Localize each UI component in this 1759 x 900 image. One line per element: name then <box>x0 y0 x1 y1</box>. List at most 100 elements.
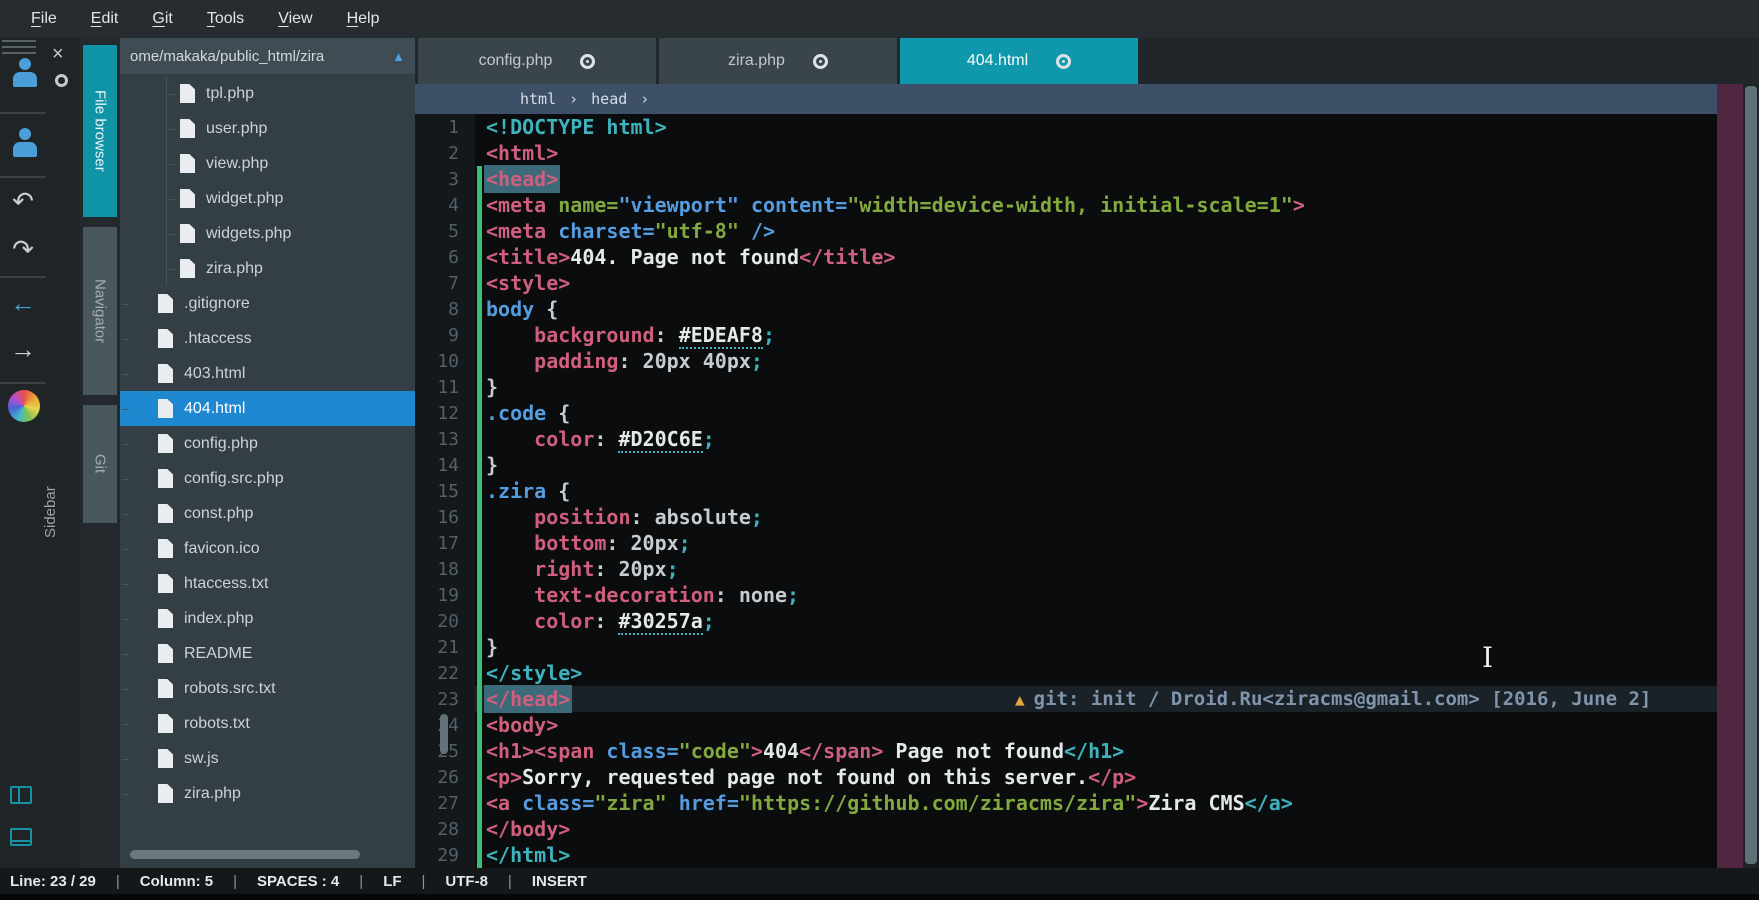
file-icon <box>158 364 173 383</box>
tab-close-icon[interactable] <box>1056 54 1071 69</box>
code-line-11[interactable]: 11} <box>415 374 1759 400</box>
bottom-pane-icon[interactable] <box>10 828 32 846</box>
code-line-14[interactable]: 14} <box>415 452 1759 478</box>
code-line-17[interactable]: 17 bottom: 20px; <box>415 530 1759 556</box>
code-line-9[interactable]: 9 background: #EDEAF8; <box>415 322 1759 348</box>
split-pane-icon[interactable] <box>10 786 32 804</box>
back-arrow-icon[interactable]: ← <box>0 288 46 318</box>
menu-tools[interactable]: Tools <box>190 10 261 28</box>
code-line-19[interactable]: 19 text-decoration: none; <box>415 582 1759 608</box>
person-icon[interactable] <box>10 58 40 94</box>
tree-item-robots.txt[interactable]: robots.txt <box>120 706 415 741</box>
code-line-25[interactable]: 25<h1><span class="code">404</span> Page… <box>415 738 1759 764</box>
code-editor[interactable]: 1<!DOCTYPE html>2<html>3<head>4<meta nam… <box>415 114 1759 868</box>
code-line-3[interactable]: 3<head> <box>415 166 1759 192</box>
code-line-1[interactable]: 1<!DOCTYPE html> <box>415 114 1759 140</box>
code-line-21[interactable]: 21} <box>415 634 1759 660</box>
panel-tab-file-browser[interactable]: File browser <box>83 45 117 217</box>
menu-file[interactable]: File <box>14 10 74 28</box>
path-bar[interactable]: ome/makaka/public_html/zira ▲ <box>120 38 415 74</box>
line-number: 22 <box>415 660 475 686</box>
tree-item-robots.src.txt[interactable]: robots.src.txt <box>120 671 415 706</box>
code-line-29[interactable]: 29</html> <box>415 842 1759 868</box>
code-line-4[interactable]: 4<meta name="viewport" content="width=de… <box>415 192 1759 218</box>
warning-triangle-icon: ▲ <box>1015 690 1025 709</box>
tree-horizontal-scrollbar[interactable] <box>128 850 407 860</box>
panel-tab-navigator[interactable]: Navigator <box>83 227 117 395</box>
code-line-23[interactable]: 23</head>▲git: init / Droid.Ru<ziracms@g… <box>415 686 1759 712</box>
tree-item-tpl.php[interactable]: tpl.php <box>120 76 415 111</box>
code-line-12[interactable]: 12.code { <box>415 400 1759 426</box>
tab-close-icon[interactable] <box>813 54 828 69</box>
code-line-5[interactable]: 5<meta charset="utf-8" /> <box>415 218 1759 244</box>
scrollbar-thumb[interactable] <box>130 850 360 859</box>
tree-item-404.html[interactable]: 404.html <box>120 391 415 426</box>
forward-arrow-icon[interactable]: → <box>0 334 46 364</box>
line-number: 14 <box>415 452 475 478</box>
menu-help[interactable]: Help <box>330 10 397 28</box>
tree-item-zira.php[interactable]: zira.php <box>120 776 415 811</box>
code-line-24[interactable]: 24<body> <box>415 712 1759 738</box>
tree-item-README[interactable]: README <box>120 636 415 671</box>
editor-vertical-scrollbar[interactable] <box>1743 84 1759 868</box>
code-line-28[interactable]: 28</body> <box>415 816 1759 842</box>
scrollbar-thumb[interactable] <box>1745 86 1757 864</box>
tree-item-widgets.php[interactable]: widgets.php <box>120 216 415 251</box>
tree-item-403.html[interactable]: 403.html <box>120 356 415 391</box>
code-line-16[interactable]: 16 position: absolute; <box>415 504 1759 530</box>
tree-item-const.php[interactable]: const.php <box>120 496 415 531</box>
close-icon[interactable]: × <box>52 44 64 64</box>
tree-item-htaccess.txt[interactable]: htaccess.txt <box>120 566 415 601</box>
panel-tab-git[interactable]: Git <box>83 405 117 523</box>
code-line-20[interactable]: 20 color: #30257a; <box>415 608 1759 634</box>
code-line-27[interactable]: 27<a class="zira" href="https://github.c… <box>415 790 1759 816</box>
tree-item-widget.php[interactable]: widget.php <box>120 181 415 216</box>
code-line-18[interactable]: 18 right: 20px; <box>415 556 1759 582</box>
file-icon <box>180 224 195 243</box>
code-line-13[interactable]: 13 color: #D20C6E; <box>415 426 1759 452</box>
up-directory-icon[interactable]: ▲ <box>392 49 405 64</box>
code-line-7[interactable]: 7<style> <box>415 270 1759 296</box>
tree-item-config.php[interactable]: config.php <box>120 426 415 461</box>
line-number: 6 <box>415 244 475 270</box>
file-icon <box>158 539 173 558</box>
file-name: 404.html <box>184 400 245 418</box>
code-line-6[interactable]: 6<title>404. Page not found</title> <box>415 244 1759 270</box>
code-text: .zira { <box>482 479 570 503</box>
line-number: 20 <box>415 608 475 634</box>
tree-item-index.php[interactable]: index.php <box>120 601 415 636</box>
breadcrumb-item-html[interactable]: html <box>520 90 556 108</box>
editor-tab-404.html[interactable]: 404.html <box>900 38 1138 84</box>
code-line-15[interactable]: 15.zira { <box>415 478 1759 504</box>
color-wheel-icon[interactable] <box>8 390 40 422</box>
line-number: 27 <box>415 790 475 816</box>
tab-close-icon[interactable] <box>580 54 595 69</box>
redo-icon[interactable]: ↷ <box>0 234 46 264</box>
editor-tab-config.php[interactable]: config.php <box>418 38 656 84</box>
left-toolbar: × ↶ ↷ ← → Sidebar <box>0 38 80 868</box>
code-line-8[interactable]: 8body { <box>415 296 1759 322</box>
file-name: const.php <box>184 505 253 523</box>
tree-item-zira.php[interactable]: zira.php <box>120 251 415 286</box>
code-line-26[interactable]: 26<p>Sorry, requested page not found on … <box>415 764 1759 790</box>
breadcrumb[interactable]: html›head› <box>415 84 1759 114</box>
breadcrumb-item-head[interactable]: head <box>591 90 627 108</box>
editor-tab-zira.php[interactable]: zira.php <box>659 38 897 84</box>
undo-icon[interactable]: ↶ <box>0 186 46 216</box>
code-text: } <box>482 375 498 399</box>
code-line-10[interactable]: 10 padding: 20px 40px; <box>415 348 1759 374</box>
code-line-2[interactable]: 2<html> <box>415 140 1759 166</box>
tree-item-.htaccess[interactable]: .htaccess <box>120 321 415 356</box>
detach-circle-icon[interactable] <box>55 74 68 87</box>
menu-edit[interactable]: Edit <box>74 10 136 28</box>
tree-item-.gitignore[interactable]: .gitignore <box>120 286 415 321</box>
tree-item-view.php[interactable]: view.php <box>120 146 415 181</box>
tree-item-sw.js[interactable]: sw.js <box>120 741 415 776</box>
menu-git[interactable]: Git <box>135 10 189 28</box>
tree-item-config.src.php[interactable]: config.src.php <box>120 461 415 496</box>
person-alt-icon[interactable] <box>10 128 40 164</box>
tree-item-user.php[interactable]: user.php <box>120 111 415 146</box>
menu-view[interactable]: View <box>261 10 329 28</box>
tree-item-favicon.ico[interactable]: favicon.ico <box>120 531 415 566</box>
code-line-22[interactable]: 22</style> <box>415 660 1759 686</box>
